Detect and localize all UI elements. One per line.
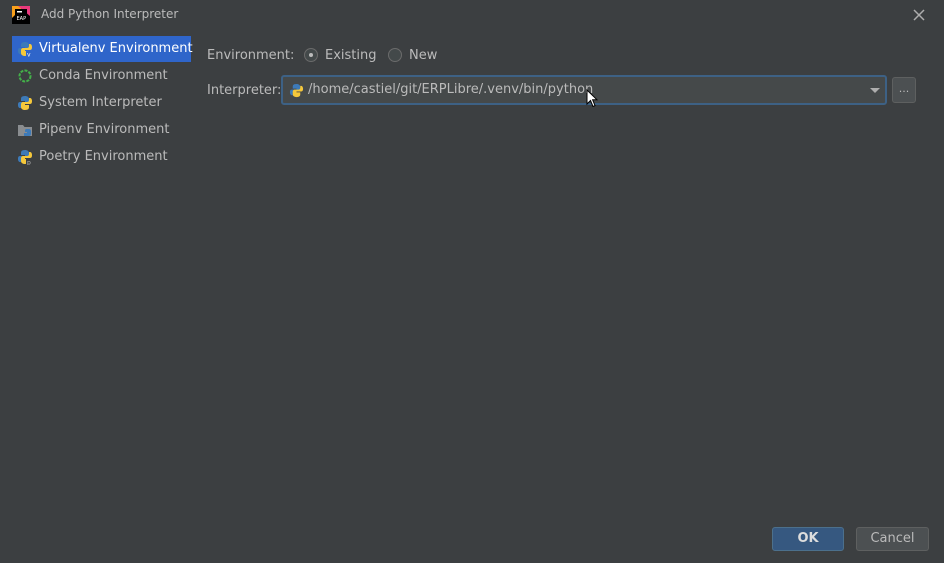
close-icon[interactable] [909,5,929,25]
interpreter-label: Interpreter: [207,83,282,98]
pycharm-eap-app-icon: EAP [12,6,30,24]
sidebar-item-virtualenv[interactable]: v Virtualenv Environment [12,36,193,62]
sidebar-item-label: System Interpreter [39,95,162,110]
environment-label: Environment: [207,48,295,63]
poetry-icon: p [18,150,32,166]
svg-text:v: v [27,52,31,58]
python-icon [289,83,304,98]
pipenv-icon [18,125,32,136]
environment-new-radio[interactable] [388,48,402,62]
svg-text:EAP: EAP [17,16,27,22]
environment-existing-label[interactable]: Existing [325,48,377,63]
sidebar-item-conda[interactable]: Conda Environment [12,63,191,89]
ok-button[interactable]: OK [772,527,844,551]
sidebar-item-pipenv[interactable]: Pipenv Environment [12,117,191,143]
sidebar-item-label: Poetry Environment [39,149,168,164]
sidebar-item-label: Virtualenv Environment [39,41,193,56]
browse-interpreter-button[interactable]: ... [892,77,916,103]
sidebar-item-label: Conda Environment [39,68,168,83]
sidebar-item-label: Pipenv Environment [39,122,170,137]
dialog-title: Add Python Interpreter [41,7,179,21]
svg-text:p: p [27,160,31,166]
cancel-button[interactable]: Cancel [856,527,929,551]
mouse-pointer-icon [586,89,598,108]
environment-existing-radio[interactable] [304,48,318,62]
sidebar-item-system[interactable]: System Interpreter [12,90,191,116]
python-virtualenv-icon: v [18,42,32,58]
chevron-down-icon[interactable] [870,88,880,93]
interpreter-combobox[interactable]: /home/castiel/git/ERPLibre/.venv/bin/pyt… [281,75,887,105]
python-icon [18,96,32,110]
interpreter-path-value: /home/castiel/git/ERPLibre/.venv/bin/pyt… [308,82,594,97]
dialog-titlebar: EAP Add Python Interpreter [0,0,944,30]
environment-new-label[interactable]: New [409,48,437,63]
sidebar-item-poetry[interactable]: p Poetry Environment [12,144,191,170]
radio-selected-dot [309,53,313,57]
conda-icon [18,69,32,83]
